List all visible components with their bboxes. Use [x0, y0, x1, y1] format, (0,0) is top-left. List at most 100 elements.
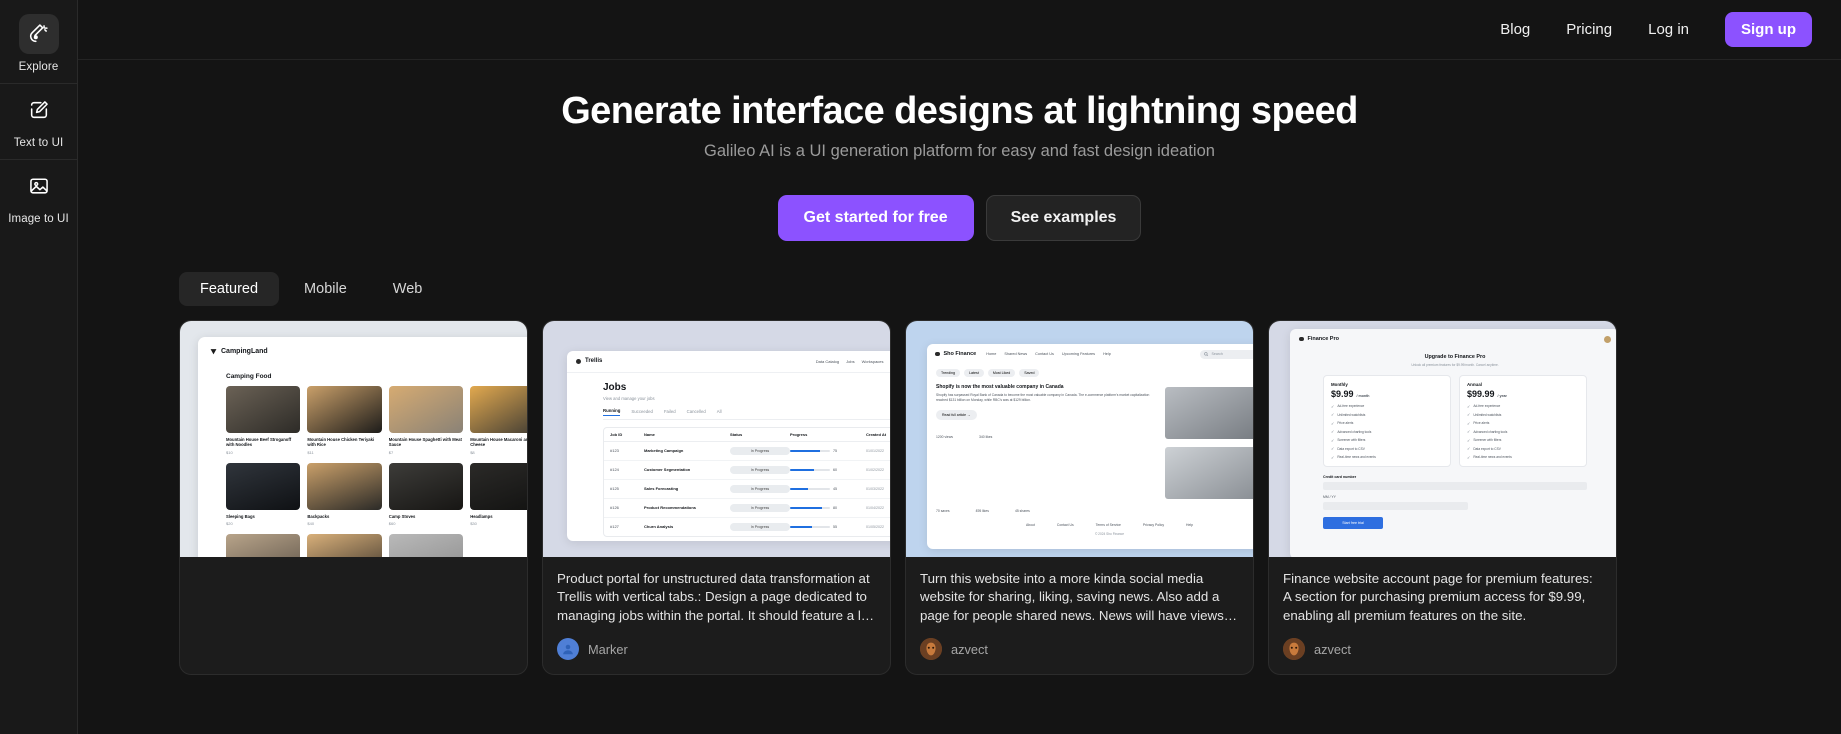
nav-link-pricing[interactable]: Pricing	[1566, 21, 1612, 38]
progress-value: 55	[833, 524, 837, 529]
tab-mobile[interactable]: Mobile	[283, 272, 368, 306]
get-started-button[interactable]: Get started for free	[777, 194, 974, 241]
top-navigation-bar: Blog Pricing Log in Sign up	[78, 0, 1841, 60]
mock-col-header: Name	[644, 431, 655, 437]
filter-chip: Saved	[1019, 368, 1040, 377]
mock-item-price: $10	[226, 449, 233, 455]
card-author[interactable]: azvect	[920, 638, 1239, 661]
sidebar-item-text-to-ui[interactable]: Text to UI	[0, 84, 78, 159]
read-article-link: Read full article →	[936, 409, 977, 420]
footer-link: About	[1026, 522, 1035, 527]
mock-item-price: $8	[470, 449, 475, 455]
author-name: azvect	[1314, 641, 1351, 657]
plan-price: $99.99	[1467, 388, 1495, 399]
mock-nav-item: Workspaces	[861, 358, 884, 364]
hero-section: Generate interface designs at lightning …	[78, 60, 1841, 241]
tab-featured[interactable]: Featured	[179, 271, 280, 306]
check-icon: ✓	[1467, 420, 1471, 426]
mock-col-header: Created At	[866, 431, 887, 437]
feature-item: Advanced charting tools	[1337, 429, 1372, 434]
sidebar-item-label: Explore	[18, 61, 59, 73]
card-section-label: Credit card number	[1323, 474, 1357, 479]
plan-label: Monthly	[1331, 381, 1348, 387]
feature-item: Screener with filters	[1337, 438, 1366, 443]
nav-link-login[interactable]: Log in	[1648, 21, 1689, 38]
check-icon: ✓	[1331, 403, 1335, 409]
progress-value: 80	[833, 505, 837, 510]
footer-link: Privacy Policy	[1142, 522, 1165, 527]
avatar	[1283, 638, 1305, 661]
check-icon: ✓	[1331, 429, 1335, 435]
check-icon: ✓	[1331, 446, 1335, 452]
comet-icon	[18, 14, 59, 54]
card-description: Turn this website into a more kinda soci…	[920, 570, 1228, 624]
sidebar-item-image-to-ui[interactable]: Image to UI	[0, 160, 78, 235]
plan-period: / month	[1356, 393, 1370, 398]
check-icon: ✓	[1467, 412, 1471, 418]
card-author[interactable]: azvect	[1283, 638, 1602, 661]
status-badge: In Progress	[730, 484, 790, 493]
footer-link: Help	[1186, 522, 1193, 527]
feature-item: Advanced charting tools	[1473, 429, 1508, 434]
card-thumbnail-campingland: CampingLand Sign in 🛒 Camping Food	[180, 320, 527, 557]
feature-item: Data export to CSV	[1473, 446, 1501, 451]
mock-nav-item: Upcoming Features	[1061, 352, 1096, 357]
check-icon: ✓	[1467, 454, 1471, 460]
filter-chip: Latest	[964, 368, 984, 377]
stat-likes: 340 likes	[978, 434, 993, 439]
mock-subtitle: View and manage your jobs	[603, 395, 655, 401]
start-trial-button[interactable]: Start free trial	[1323, 516, 1383, 529]
mock-nav-item: Data Catalog	[815, 358, 840, 364]
sidebar-item-explore[interactable]: Explore	[0, 8, 78, 83]
feature-item: Price alerts	[1337, 421, 1354, 426]
check-icon: ✓	[1331, 412, 1335, 418]
see-examples-button[interactable]: See examples	[985, 194, 1142, 241]
copyright: © 2024 Sho Finance	[1094, 531, 1125, 536]
mock-item-name: Mountain House Beef Stroganoff with Nood…	[226, 436, 292, 448]
gallery-card[interactable]: Trellis Data Catalog Jobs Workspaces API…	[542, 319, 891, 676]
mock-brand: Sho Finance	[943, 351, 977, 358]
gallery-grid: CampingLand Sign in 🛒 Camping Food	[78, 306, 1841, 676]
gallery-tabs: Featured Mobile Web	[78, 241, 1841, 306]
status-badge: In Progress	[730, 522, 790, 531]
mock-item-price: $40	[307, 520, 315, 526]
mock-brand: CampingLand	[221, 348, 268, 356]
feature-item: Ad-free experience	[1337, 404, 1365, 409]
gallery-card[interactable]: CampingLand Sign in 🛒 Camping Food	[179, 319, 528, 676]
card-author[interactable]: Marker	[557, 638, 876, 661]
mock-body: Shopify has surpassed Royal Bank of Cana…	[936, 393, 1150, 402]
card-thumbnail-financepro: Finance Pro Upgrade to Finance Pro Unloc…	[1269, 320, 1616, 557]
mock-title: Jobs	[603, 381, 627, 393]
image-icon	[19, 166, 59, 206]
progress-value: 75	[833, 448, 837, 453]
mock-tab: Failed	[663, 409, 676, 415]
hero-subtitle: Galileo AI is a UI generation platform f…	[704, 141, 1215, 160]
status-badge: In Progress	[730, 503, 790, 512]
mock-cell: 01/01/2022	[866, 448, 884, 453]
mock-cell: Customer Segmentation	[644, 467, 691, 473]
mock-item-price: $7	[388, 449, 394, 455]
stat-saves: 70 saves	[936, 508, 950, 513]
stat-views: 1200 views	[936, 434, 953, 439]
progress-value: 60	[833, 467, 837, 472]
mock-item-name: Mountain House Chicken Teriyaki with Ric…	[307, 436, 375, 448]
check-icon: ✓	[1467, 446, 1471, 452]
card-description: Finance website account page for premium…	[1283, 570, 1593, 624]
gallery-card[interactable]: Sho Finance Home Shared News Contact Us …	[905, 319, 1254, 676]
gallery-card[interactable]: Finance Pro Upgrade to Finance Pro Unloc…	[1268, 319, 1617, 676]
nav-link-blog[interactable]: Blog	[1500, 21, 1530, 38]
check-icon: ✓	[1331, 454, 1335, 460]
hero-cta-row: Get started for free See examples	[78, 194, 1841, 241]
mock-col-header: Status	[730, 431, 743, 437]
plan-label: Annual	[1467, 381, 1482, 387]
page-title: Generate interface designs at lightning …	[561, 90, 1358, 132]
check-icon: ✓	[1467, 429, 1471, 435]
author-name: Marker	[588, 641, 628, 657]
mock-cell: 01/03/2022	[866, 486, 884, 491]
status-badge: In Progress	[730, 465, 790, 474]
sign-up-button[interactable]: Sign up	[1725, 12, 1812, 47]
tab-web[interactable]: Web	[372, 272, 444, 306]
mock-col-header: Job ID	[610, 431, 623, 437]
card-caption: Product portal for unstructured data tra…	[543, 557, 890, 675]
footer-link: Contact Us	[1056, 522, 1074, 527]
